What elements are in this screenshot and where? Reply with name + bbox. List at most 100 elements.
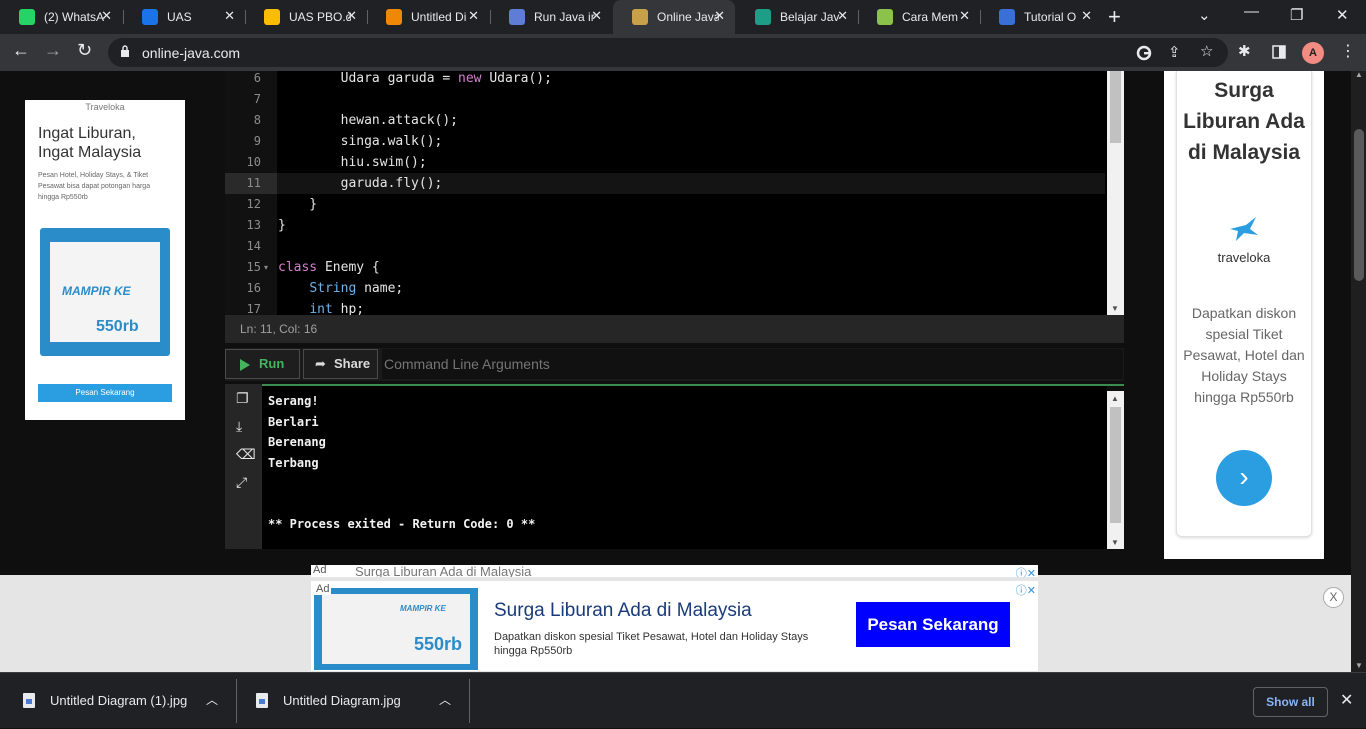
code-text: singa.walk(); xyxy=(278,134,443,149)
download-item[interactable]: Untitled Diagram.jpg ︿ xyxy=(256,673,451,729)
browser-tab[interactable]: Belajar Jav ✕ xyxy=(736,0,858,34)
maximize-icon[interactable]: ❐ xyxy=(1290,6,1303,24)
tab-title: Tutorial O xyxy=(1024,10,1077,24)
show-all-downloads-button[interactable]: Show all xyxy=(1253,687,1328,717)
chevron-up-icon[interactable]: ︿ xyxy=(206,691,218,708)
browser-tab[interactable]: UAS PBO.d ✕ xyxy=(245,0,367,34)
address-bar[interactable]: online-java.com ⇪ ☆ xyxy=(108,38,1228,67)
bottom-banner-ad: Ad Surga Liburan Ada di Malaysia ⓘ✕ Ad ⓘ… xyxy=(0,565,1351,672)
page-scrollbar[interactable]: ▲ ▼ xyxy=(1351,71,1366,672)
code-line[interactable]: 13} xyxy=(225,215,1105,236)
editor-scrollbar[interactable]: ▼ xyxy=(1107,71,1124,315)
chevron-up-icon[interactable]: ︿ xyxy=(439,691,451,708)
download-icon[interactable]: ⤓ xyxy=(236,418,242,435)
share-page-icon[interactable]: ⇪ xyxy=(1168,43,1181,61)
extensions-icon[interactable]: ✱ xyxy=(1238,42,1251,60)
code-line[interactable]: 10 hiu.swim(); xyxy=(225,152,1105,173)
code-line[interactable]: 7 xyxy=(225,89,1105,110)
output-line: Terbang xyxy=(268,455,319,470)
tab-title: Cara Mem xyxy=(902,10,959,24)
code-text: int hp; xyxy=(309,302,365,315)
close-tab-icon[interactable]: ✕ xyxy=(224,8,235,24)
code-line[interactable]: 6 Udara garuda = new Udara(); xyxy=(225,71,1105,89)
fold-icon[interactable]: ▾ xyxy=(264,257,268,278)
ad-headline: Ingat Liburan, Ingat Malaysia xyxy=(38,125,142,161)
ad-info-icon[interactable]: ⓘ✕ xyxy=(1016,565,1036,577)
close-tab-icon[interactable]: ✕ xyxy=(101,8,112,24)
code-editor[interactable]: 6 Udara garuda = new Udara(); 7 8 hewan.at… xyxy=(225,71,1124,315)
play-icon xyxy=(240,359,250,371)
browser-tab[interactable]: Online Java ✕ xyxy=(613,0,735,34)
close-tab-icon[interactable]: ✕ xyxy=(346,8,357,24)
scroll-up-arrow-icon[interactable]: ▲ xyxy=(1355,71,1363,79)
tab-title: Belajar Jav xyxy=(780,10,840,24)
close-tab-icon[interactable]: ✕ xyxy=(959,8,970,24)
google-icon[interactable] xyxy=(1136,45,1152,61)
code-line[interactable]: 14 xyxy=(225,236,1105,257)
download-item[interactable]: Untitled Diagram (1).jpg ︿ xyxy=(23,673,218,729)
reload-icon[interactable]: ↻ xyxy=(77,40,92,61)
scroll-down-arrow-icon[interactable]: ▼ xyxy=(1355,661,1363,670)
close-tab-icon[interactable]: ✕ xyxy=(591,8,602,24)
new-tab-button[interactable]: + xyxy=(1108,4,1121,30)
right-ad[interactable]: Surga Liburan Ada di Malaysia traveloka … xyxy=(1164,71,1324,559)
copy-icon[interactable]: ❐ xyxy=(236,390,249,407)
tab-search-icon[interactable]: ⌄ xyxy=(1198,6,1211,24)
ad-cta-button[interactable]: Pesan Sekarang xyxy=(38,384,172,402)
run-button[interactable]: Run xyxy=(225,349,300,379)
scroll-down-arrow-icon[interactable]: ▼ xyxy=(1111,304,1119,313)
share-button[interactable]: ➦ Share xyxy=(303,349,378,379)
code-line[interactable]: 9 singa.walk(); xyxy=(225,131,1105,152)
tab-title: UAS PBO.d xyxy=(289,10,351,24)
tab-favicon-icon xyxy=(632,9,648,25)
code-line[interactable]: 8 hewan.attack(); xyxy=(225,110,1105,131)
profile-avatar[interactable]: A xyxy=(1302,42,1324,64)
ad-image: MAMPIR KE 550rb xyxy=(40,228,170,356)
banner-ad[interactable]: Ad ⓘ✕ MAMPIR KE 550rb Surga Liburan Ada d… xyxy=(311,581,1038,671)
close-banner-icon[interactable]: X xyxy=(1323,587,1344,608)
expand-icon[interactable]: ⤢ xyxy=(236,474,247,491)
ad-body: Pesan Hotel, Holiday Stays, & Tiket Pesa… xyxy=(38,172,151,201)
output-scrollbar[interactable]: ▲ ▼ xyxy=(1107,391,1124,549)
bookmark-star-icon[interactable]: ☆ xyxy=(1200,42,1213,60)
browser-tab[interactable]: Tutorial O ✕ xyxy=(980,0,1102,34)
command-line-args-input[interactable] xyxy=(382,349,1123,379)
ad-next-arrow-icon[interactable]: › xyxy=(1216,450,1272,506)
ad-title[interactable]: Surga Liburan Ada di Malaysia xyxy=(494,600,752,622)
ad-cta-button[interactable]: Pesan Sekarang xyxy=(856,602,1010,647)
minimize-icon[interactable]: — xyxy=(1244,3,1259,20)
scroll-down-arrow-icon[interactable]: ▼ xyxy=(1111,538,1119,547)
output-line: Serang! xyxy=(268,394,319,408)
menu-icon[interactable]: ⋮ xyxy=(1340,41,1356,61)
browser-tab[interactable]: Cara Mem ✕ xyxy=(858,0,980,34)
page-scrollbar-thumb[interactable] xyxy=(1354,129,1364,281)
line-number: 14 xyxy=(246,239,261,253)
side-panel-icon[interactable] xyxy=(1272,45,1286,59)
browser-tab[interactable]: Untitled Di ✕ xyxy=(367,0,489,34)
code-line[interactable]: 15 ▾ class Enemy { xyxy=(225,257,1105,278)
code-line[interactable]: 12 } xyxy=(225,194,1105,215)
close-tab-icon[interactable]: ✕ xyxy=(468,8,479,24)
code-line[interactable]: 17 int hp; xyxy=(225,299,1105,315)
scroll-up-arrow-icon[interactable]: ▲ xyxy=(1111,394,1119,403)
browser-tab[interactable]: UAS ✕ xyxy=(123,0,245,34)
ad-choices-icon[interactable]: ⓘ✕ xyxy=(1016,582,1036,598)
browser-tab[interactable]: (2) WhatsA ✕ xyxy=(0,0,122,34)
output-scrollbar-thumb[interactable] xyxy=(1110,407,1121,523)
close-tab-icon[interactable]: ✕ xyxy=(1081,8,1092,24)
close-shelf-icon[interactable]: ✕ xyxy=(1340,690,1353,710)
forward-icon[interactable]: → xyxy=(44,40,62,61)
clear-eraser-icon[interactable]: ⌫ xyxy=(236,446,256,463)
back-icon[interactable]: ← xyxy=(12,40,30,61)
code-line[interactable]: 11 garuda.fly(); xyxy=(225,173,1105,194)
close-tab-icon[interactable]: ✕ xyxy=(714,8,725,24)
code-line[interactable]: 16 String name; xyxy=(225,278,1105,299)
tab-favicon-icon xyxy=(877,9,893,25)
left-ad[interactable]: Traveloka Ingat Liburan, Ingat Malaysia P… xyxy=(25,100,185,420)
file-icon xyxy=(256,693,268,708)
tab-strip: (2) WhatsA ✕ UAS ✕ UAS PBO.d ✕ Untitled Di ✕ Run… xyxy=(0,0,1366,34)
editor-scrollbar-thumb[interactable] xyxy=(1110,71,1121,143)
close-tab-icon[interactable]: ✕ xyxy=(837,8,848,24)
browser-tab[interactable]: Run Java ir ✕ xyxy=(490,0,612,34)
close-window-icon[interactable]: ✕ xyxy=(1336,6,1349,24)
